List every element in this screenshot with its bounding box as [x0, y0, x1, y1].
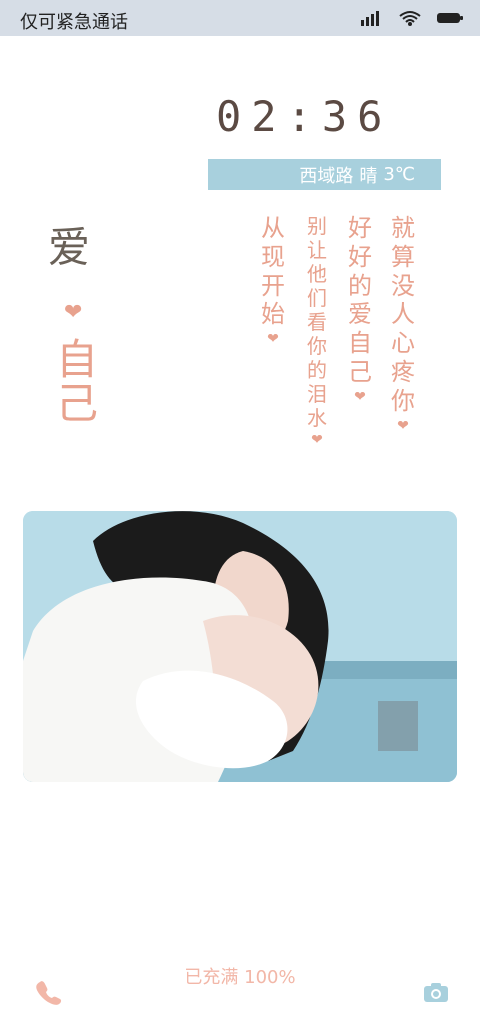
battery-icon: [436, 10, 463, 26]
poem-column-3: 好 好 的 爱 自 己 ❤: [345, 214, 375, 407]
heart-icon: ❤: [267, 331, 279, 348]
poem-char: 心: [391, 329, 415, 358]
poem-char: 疼: [391, 357, 415, 386]
poem-char: 好: [348, 242, 372, 271]
camera-icon[interactable]: [420, 976, 452, 1008]
poem-char: 算: [391, 242, 415, 271]
poem-column-1: 从 现 开 始 ❤: [258, 214, 288, 349]
wifi-icon: [398, 10, 422, 26]
weather-location: 西域路: [299, 165, 354, 187]
poem-char: 别: [307, 214, 327, 238]
heart-icon: ❤: [64, 300, 83, 325]
heart-icon: ❤: [397, 417, 409, 434]
poem-char: 们: [307, 286, 327, 310]
clock-time: 02:36: [216, 92, 393, 141]
signal-icon: [360, 10, 384, 26]
poem-char: 的: [348, 271, 372, 300]
poem-char: 开: [261, 271, 285, 300]
poem-column-2: 别 让 他 们 看 你 的 泪 水 ❤: [302, 214, 332, 450]
weather-bar: 西域路 晴 3℃: [208, 159, 441, 190]
heart-icon: ❤: [354, 388, 366, 405]
poem-char: 他: [307, 262, 327, 286]
poem-char: 的: [307, 358, 327, 382]
poem-char: 始: [261, 300, 285, 329]
poem-char: 自: [348, 329, 372, 358]
weather-condition: 晴: [359, 165, 378, 187]
poem-char: 你: [307, 334, 327, 358]
self-word: 自己: [55, 335, 98, 429]
poem-char: 爱: [348, 300, 372, 329]
poem-char: 没: [391, 271, 415, 300]
poem-char: 人: [391, 300, 415, 329]
emergency-call-only-text: 仅可紧急通话: [20, 12, 128, 33]
poem-char: 己: [348, 357, 372, 386]
poem-char: 泪: [307, 382, 327, 406]
poem-char: 好: [348, 214, 372, 242]
poem-column-4: 就 算 没 人 心 疼 你 ❤: [388, 214, 418, 436]
phone-icon[interactable]: [32, 976, 64, 1008]
heart-icon: ❤: [311, 432, 323, 448]
poem-char: 让: [307, 238, 327, 262]
charge-status: 已充满 100%: [184, 967, 296, 988]
poem-char: 水: [307, 406, 327, 430]
love-word: 爱: [48, 223, 91, 272]
wallpaper-photo: [23, 511, 457, 782]
poem-char: 看: [307, 310, 327, 334]
poem-char: 从: [261, 214, 285, 242]
weather-temp: 3℃: [383, 164, 415, 185]
poem-char: 就: [391, 214, 415, 242]
poem-char: 你: [391, 386, 415, 415]
poem-char: 现: [261, 242, 285, 271]
status-icons: [360, 10, 463, 26]
status-bar: 仅可紧急通话: [0, 0, 480, 36]
